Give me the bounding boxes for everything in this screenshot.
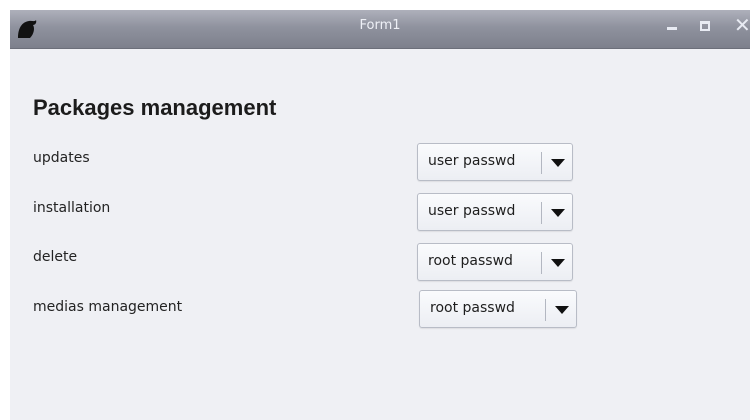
window-title: Form1 xyxy=(359,18,401,33)
installation-select-value: user passwd xyxy=(428,203,516,219)
maximize-icon[interactable] xyxy=(698,18,716,38)
updates-select-value: user passwd xyxy=(428,153,516,169)
medias-management-select-value: root passwd xyxy=(430,300,515,316)
title-bar[interactable]: Form1 ✕ xyxy=(10,10,750,49)
close-icon[interactable]: ✕ xyxy=(734,15,750,38)
page-title: Packages management xyxy=(33,95,277,120)
installation-select[interactable]: user passwd xyxy=(417,193,573,231)
label-updates: updates xyxy=(33,150,90,166)
combo-separator xyxy=(545,299,546,321)
delete-select-value: root passwd xyxy=(428,253,513,269)
form-window: Form1 ✕ Packages management updates user… xyxy=(10,10,750,420)
combo-separator xyxy=(541,252,542,274)
chevron-down-icon[interactable] xyxy=(551,159,565,167)
medias-management-select[interactable]: root passwd xyxy=(419,290,577,328)
delete-select[interactable]: root passwd xyxy=(417,243,573,281)
label-delete: delete xyxy=(33,249,78,265)
combo-separator xyxy=(541,202,542,224)
chevron-down-icon[interactable] xyxy=(551,259,565,267)
label-installation: installation xyxy=(33,200,111,216)
chevron-down-icon[interactable] xyxy=(555,306,569,314)
updates-select[interactable]: user passwd xyxy=(417,143,573,181)
combo-separator xyxy=(541,152,542,174)
minimize-icon[interactable] xyxy=(664,18,682,38)
chevron-down-icon[interactable] xyxy=(551,209,565,217)
label-medias-management: medias management xyxy=(33,299,183,315)
